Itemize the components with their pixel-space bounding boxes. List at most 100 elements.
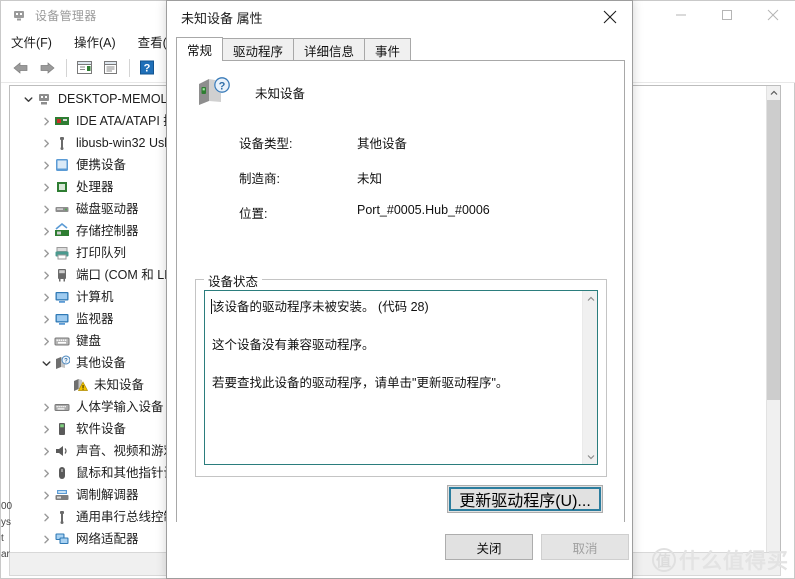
- window-controls: [658, 1, 795, 29]
- device-manager-icon: [11, 7, 27, 23]
- maximize-icon[interactable]: [704, 1, 750, 29]
- tree-item-label: 监视器: [76, 312, 114, 326]
- modem-icon: [54, 487, 70, 503]
- status-line-2: 这个设备没有兼容驱动程序。: [212, 338, 375, 352]
- dialog-titlebar: 未知设备 属性: [167, 1, 632, 33]
- port-icon: [54, 267, 70, 283]
- properties-icon[interactable]: [98, 57, 122, 79]
- manufacturer-value: 未知: [357, 172, 383, 186]
- cancel-button-label: 取消: [572, 541, 598, 556]
- show-hide-console-tree-icon[interactable]: [72, 57, 96, 79]
- chevron-right-icon[interactable]: [38, 333, 54, 349]
- info-row-location: 位置: Port_#0005.Hub_#0006: [239, 203, 490, 222]
- chevron-right-icon[interactable]: [38, 179, 54, 195]
- help-icon[interactable]: ?: [135, 57, 159, 79]
- hid-icon: [54, 399, 70, 415]
- tab-details-label: 详细信息: [304, 44, 355, 59]
- chevron-right-icon[interactable]: [38, 443, 54, 459]
- monitor-icon: [54, 311, 70, 327]
- print-queue-icon: [54, 245, 70, 261]
- processor-icon: [54, 179, 70, 195]
- tab-general[interactable]: 常规: [176, 37, 224, 61]
- chevron-right-icon[interactable]: [38, 157, 54, 173]
- tab-driver[interactable]: 驱动程序: [222, 38, 295, 61]
- close-icon[interactable]: [750, 1, 795, 29]
- device-header: ? 未知设备: [195, 75, 305, 109]
- other-device-icon: ?: [54, 355, 71, 371]
- usb-controller-icon: [54, 509, 70, 525]
- audio-icon: [54, 443, 70, 459]
- device-status-text: 该设备的驱动程序未被安装。 (代码 28) 这个设备没有兼容驱动程序。 若要查找…: [212, 297, 577, 393]
- general-tab-panel: ? 未知设备 设备类型: 其他设备 制造商: 未知 位置: Port_#0005…: [176, 60, 625, 524]
- chevron-right-icon[interactable]: [38, 267, 54, 283]
- ide-controller-icon: [54, 113, 70, 129]
- tree-scroll-thumb[interactable]: [767, 100, 780, 400]
- forward-icon[interactable]: [35, 57, 59, 79]
- close-button-label: 关闭: [476, 541, 502, 556]
- chevron-up-icon[interactable]: [767, 86, 780, 100]
- software-device-icon: [54, 421, 70, 437]
- chevron-down-icon[interactable]: [20, 91, 36, 107]
- chevron-right-icon[interactable]: [38, 311, 54, 327]
- unknown-device-question-icon: ?: [195, 75, 233, 109]
- chevron-right-icon[interactable]: [38, 289, 54, 305]
- usb-icon: [54, 135, 70, 151]
- chevron-right-icon[interactable]: [38, 113, 54, 129]
- location-label: 位置:: [239, 207, 268, 221]
- chevron-right-icon[interactable]: [38, 201, 54, 217]
- device-properties-dialog: 未知设备 属性 常规 驱动程序 详细信息 事件 ? 未知设备 设备类型: 其他设…: [166, 0, 633, 579]
- tree-vertical-scrollbar[interactable]: [766, 86, 780, 566]
- mouse-icon: [54, 465, 70, 481]
- update-driver-button[interactable]: 更新驱动程序(U)...: [447, 485, 603, 513]
- chevron-right-icon[interactable]: [38, 531, 54, 547]
- device-type-label: 设备类型:: [239, 137, 293, 151]
- network-adapter-icon: [54, 531, 70, 547]
- cancel-button: 取消: [541, 534, 629, 560]
- clipped-fragment-0: 00: [1, 501, 13, 512]
- tree-item-label: DESKTOP-MEMOL: [58, 92, 168, 106]
- chevron-down-icon[interactable]: [38, 355, 54, 371]
- device-info-grid: 设备类型: 其他设备 制造商: 未知 位置: Port_#0005.Hub_#0…: [239, 133, 490, 238]
- close-button[interactable]: 关闭: [445, 534, 533, 560]
- computer-icon: [36, 91, 52, 107]
- device-type-value: 其他设备: [357, 137, 408, 151]
- back-icon[interactable]: [9, 57, 33, 79]
- minimize-icon[interactable]: [658, 1, 704, 29]
- location-value: Port_#0005.Hub_#0006: [357, 203, 490, 217]
- status-line-1: 该设备的驱动程序未被安装。 (代码 28): [212, 300, 429, 314]
- tree-item-label: 声音、视频和游戏: [76, 444, 177, 458]
- tree-item-label: 处理器: [76, 180, 114, 194]
- portable-device-icon: [54, 157, 70, 173]
- chevron-right-icon[interactable]: [38, 223, 54, 239]
- disk-drive-icon: [54, 201, 70, 217]
- device-status-legend: 设备状态: [204, 271, 263, 290]
- chevron-right-icon[interactable]: [38, 487, 54, 503]
- menu-action[interactable]: 操作(A): [74, 32, 116, 51]
- unknown-device-warning-icon: [72, 377, 89, 393]
- chevron-right-icon[interactable]: [38, 465, 54, 481]
- screenshot-root: 设备管理器 文件(F) 操作(A) 查看(V ? DESKTOP-MEMOL I…: [0, 0, 795, 579]
- device-manager-title: 设备管理器: [35, 8, 97, 23]
- tree-item-label: 软件设备: [76, 422, 127, 436]
- tab-details[interactable]: 详细信息: [293, 38, 366, 61]
- menu-file[interactable]: 文件(F): [11, 32, 52, 51]
- clipped-fragment-2: t: [1, 533, 4, 544]
- dialog-tabs: 常规 驱动程序 详细信息 事件: [176, 37, 412, 61]
- tab-driver-label: 驱动程序: [233, 44, 284, 59]
- chevron-right-icon[interactable]: [38, 135, 54, 151]
- separator-1: [66, 58, 67, 77]
- status-line-3: 若要查找此设备的驱动程序，请单击"更新驱动程序"。: [212, 376, 509, 390]
- tab-events[interactable]: 事件: [364, 38, 412, 61]
- chevron-right-icon[interactable]: [38, 509, 54, 525]
- status-vertical-scrollbar[interactable]: [582, 291, 597, 464]
- chevron-right-icon[interactable]: [38, 421, 54, 437]
- tree-item-label: 鼠标和其他指针设: [76, 466, 177, 480]
- chevron-down-icon[interactable]: [583, 449, 597, 464]
- close-icon[interactable]: [588, 1, 632, 33]
- tree-item-label: 调制解调器: [76, 488, 139, 502]
- chevron-right-icon[interactable]: [38, 399, 54, 415]
- svg-text:?: ?: [144, 63, 151, 75]
- chevron-right-icon[interactable]: [38, 245, 54, 261]
- device-status-textbox[interactable]: 该设备的驱动程序未被安装。 (代码 28) 这个设备没有兼容驱动程序。 若要查找…: [204, 290, 598, 465]
- chevron-up-icon[interactable]: [583, 291, 597, 306]
